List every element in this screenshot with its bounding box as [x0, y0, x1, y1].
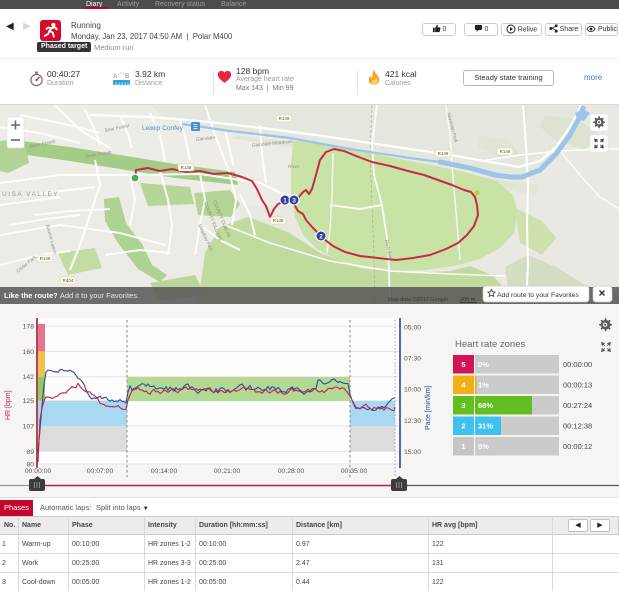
svg-text:178: 178 [23, 324, 35, 331]
svg-text:River: River [288, 164, 300, 170]
svg-text:160: 160 [23, 349, 35, 356]
svg-text:3: 3 [461, 401, 465, 410]
svg-text:1: 1 [461, 442, 465, 451]
svg-text:Pace [min/km]: Pace [min/km] [425, 386, 432, 430]
svg-text:05:00: 05:00 [404, 325, 421, 332]
svg-text:R149: R149 [500, 149, 511, 154]
svg-text:00:14:00: 00:14:00 [151, 468, 178, 475]
svg-text:Add route to your Favorites: Add route to your Favorites [497, 292, 580, 299]
svg-text:R148: R148 [40, 256, 51, 261]
svg-text:3: 3 [292, 198, 296, 205]
svg-text:1: 1 [283, 198, 287, 205]
svg-text:31%: 31% [478, 422, 493, 431]
svg-text:5: 5 [461, 360, 465, 369]
svg-text:UISA VALLEY: UISA VALLEY [2, 191, 59, 198]
svg-text:0%: 0% [478, 360, 489, 369]
svg-text:15:00: 15:00 [404, 449, 421, 456]
svg-text:B: B [125, 73, 129, 80]
svg-text:00:12:38: 00:12:38 [563, 422, 592, 431]
svg-text:00:27:24: 00:27:24 [563, 401, 592, 410]
svg-text:A: A [113, 73, 118, 80]
svg-text:HR [bpm]: HR [bpm] [5, 390, 12, 420]
svg-text:00:21:00: 00:21:00 [214, 468, 241, 475]
svg-text:Map data ©2017 Google: Map data ©2017 Google [388, 296, 448, 303]
svg-text:Heart rate zones: Heart rate zones [455, 339, 525, 350]
svg-text:00:28:00: 00:28:00 [278, 468, 305, 475]
svg-text:07:30: 07:30 [404, 356, 421, 363]
svg-text:68%: 68% [478, 401, 493, 410]
svg-text:00:00:00: 00:00:00 [563, 360, 592, 369]
svg-text:2: 2 [461, 422, 465, 431]
svg-text:12:30: 12:30 [404, 418, 421, 425]
svg-text:R149: R149 [279, 116, 290, 121]
svg-text:00:07:00: 00:07:00 [87, 468, 114, 475]
svg-text:0%: 0% [478, 442, 489, 451]
svg-text:R148: R148 [273, 218, 284, 223]
svg-text:142: 142 [23, 374, 35, 381]
svg-text:00:00:00: 00:00:00 [25, 468, 52, 475]
svg-text:89: 89 [26, 449, 34, 456]
svg-text:2: 2 [319, 234, 323, 241]
svg-text:Like the route? Add it to you: Like the route? Add it to your Favorites… [4, 291, 139, 300]
svg-text:Leixlip Confey: Leixlip Confey [142, 125, 184, 132]
svg-text:00:35:00: 00:35:00 [341, 468, 368, 475]
svg-text:R149: R149 [438, 151, 449, 156]
svg-text:10:00: 10:00 [404, 387, 421, 394]
svg-text:1%: 1% [478, 381, 489, 390]
svg-text:00:00:12: 00:00:12 [563, 442, 592, 451]
svg-text:125: 125 [23, 398, 35, 405]
svg-text:R148: R148 [181, 165, 192, 170]
svg-text:107: 107 [23, 424, 35, 431]
svg-text:R404: R404 [63, 278, 74, 283]
svg-text:00:00:13: 00:00:13 [563, 381, 592, 390]
